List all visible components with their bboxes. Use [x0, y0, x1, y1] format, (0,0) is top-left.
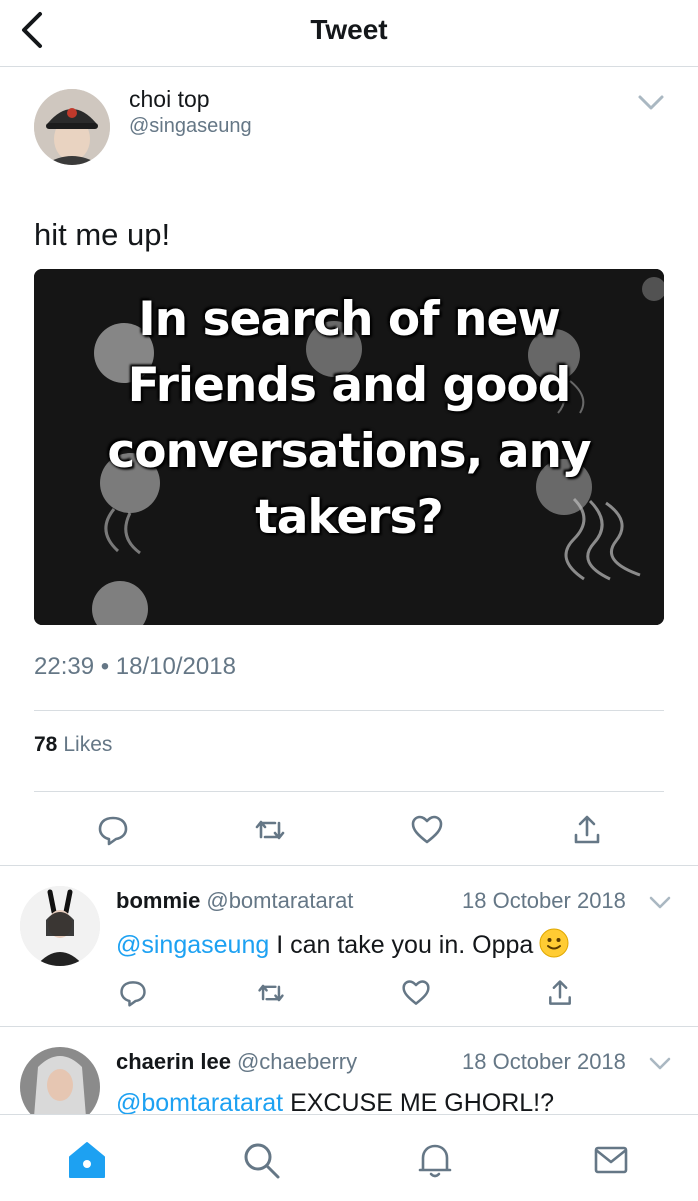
- tab-home[interactable]: [66, 1139, 108, 1181]
- reply-options-button[interactable]: [648, 890, 672, 914]
- reply-avatar[interactable]: [20, 1047, 100, 1114]
- reply-text: @bomtaratarat EXCUSE ME GHORL!?: [116, 1089, 554, 1114]
- search-icon: [244, 1143, 280, 1179]
- tab-messages[interactable]: [590, 1139, 632, 1181]
- chevron-down-icon: [649, 896, 671, 909]
- reply-header: bommie @bomtaratarat: [116, 888, 353, 914]
- notifications-icon: [418, 1144, 452, 1178]
- share-button[interactable]: [570, 813, 604, 847]
- reply-options-button[interactable]: [648, 1051, 672, 1075]
- media-caption-line: conversations, any: [107, 424, 591, 479]
- reply-text: @singaseung I can take you in. Oppa: [116, 928, 569, 960]
- page-title: Tweet: [310, 14, 388, 45]
- media-caption-line: takers?: [255, 490, 443, 545]
- divider: [34, 791, 664, 792]
- share-icon: [549, 980, 571, 1005]
- reply-button[interactable]: [96, 813, 130, 847]
- mention-link[interactable]: @singaseung: [116, 931, 269, 959]
- reply-author-handle[interactable]: @bomtaratarat: [206, 888, 353, 913]
- author-avatar[interactable]: [34, 89, 110, 165]
- like-icon: [411, 815, 443, 844]
- reply-author-name[interactable]: chaerin lee: [116, 1049, 231, 1074]
- like-icon: [402, 980, 430, 1005]
- reply-button[interactable]: [118, 978, 148, 1008]
- author-name[interactable]: choi top: [129, 86, 210, 113]
- bottom-tab-bar: [0, 1114, 698, 1201]
- tab-search[interactable]: [240, 1139, 282, 1181]
- reply-body: I can take you in. Oppa: [269, 931, 534, 959]
- tweet-timestamp: 22:39 • 18/10/2018: [34, 653, 236, 680]
- main-tweet: choi top @singaseung hit me up! In searc…: [0, 67, 698, 866]
- reply-author-name[interactable]: bommie: [116, 888, 200, 913]
- retweet-button[interactable]: [256, 978, 286, 1008]
- divider: [34, 710, 664, 711]
- tab-notifications[interactable]: [414, 1139, 456, 1181]
- tweet-text: hit me up!: [34, 217, 171, 252]
- media-caption-line: In search of new: [138, 292, 561, 347]
- likes-number: 78: [34, 733, 58, 756]
- like-button[interactable]: [410, 813, 444, 847]
- media-caption: In search of new Friends and good conver…: [34, 287, 664, 551]
- retweet-button[interactable]: [253, 813, 287, 847]
- reply-tweet[interactable]: bommie @bomtaratarat 18 October 2018 @sin…: [0, 866, 698, 1027]
- retweet-icon: [255, 820, 285, 840]
- reply-body: EXCUSE ME GHORL!?: [283, 1089, 555, 1114]
- tweet-options-button[interactable]: [636, 87, 666, 117]
- retweet-icon: [258, 984, 284, 1002]
- media-caption-line: Friends and good: [127, 358, 572, 413]
- top-nav-bar: Tweet: [0, 0, 698, 67]
- share-icon: [574, 815, 600, 844]
- reply-tweet[interactable]: chaerin lee @chaeberry 18 October 2018 @b…: [0, 1027, 698, 1114]
- reply-author-handle[interactable]: @chaeberry: [237, 1049, 357, 1074]
- chevron-down-icon: [638, 95, 664, 110]
- share-button[interactable]: [545, 978, 575, 1008]
- messages-icon: [594, 1146, 628, 1174]
- chevron-down-icon: [649, 1057, 671, 1070]
- like-button[interactable]: [401, 978, 431, 1008]
- author-handle[interactable]: @singaseung: [129, 115, 252, 138]
- tweet-media-image[interactable]: In search of new Friends and good conver…: [34, 269, 664, 625]
- reply-date: 18 October 2018: [462, 1049, 626, 1074]
- mention-link[interactable]: @bomtaratarat: [116, 1089, 283, 1114]
- reply-avatar[interactable]: [20, 886, 100, 966]
- reply-icon: [120, 981, 146, 1007]
- reply-icon: [98, 816, 128, 846]
- home-icon: [69, 1142, 105, 1178]
- reply-header: chaerin lee @chaeberry: [116, 1049, 357, 1075]
- likes-count[interactable]: 78 Likes: [34, 733, 112, 757]
- reply-date: 18 October 2018: [462, 888, 626, 913]
- slightly-smiling-face-icon: [539, 928, 569, 958]
- likes-label: Likes: [63, 733, 113, 756]
